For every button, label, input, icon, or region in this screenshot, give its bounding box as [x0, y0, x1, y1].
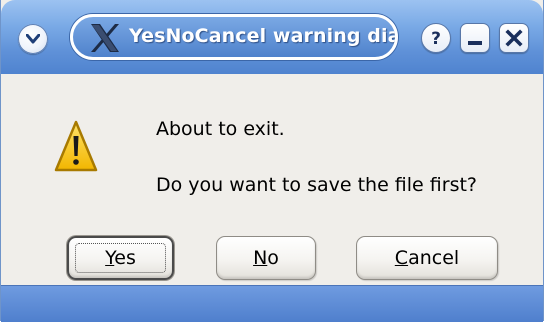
minimize-button[interactable] [460, 23, 490, 53]
warning-icon [54, 120, 98, 172]
window-title-pill: YesNoCancel warning dia [70, 14, 398, 60]
chevron-down-icon [26, 34, 40, 44]
svg-text:?: ? [431, 29, 441, 49]
no-label-rest: o [267, 247, 279, 269]
close-icon [505, 29, 523, 47]
window-menu-button[interactable] [18, 24, 48, 54]
no-button[interactable]: No [216, 236, 316, 280]
window-title: YesNoCancel warning dia [129, 25, 398, 47]
window-bottom-frame [1, 285, 543, 322]
no-mnemonic: N [253, 247, 268, 269]
cancel-mnemonic: C [394, 247, 409, 269]
yes-button[interactable]: Yes [67, 236, 174, 280]
message-line-2: Do you want to save the file first? [156, 174, 477, 196]
cancel-button[interactable]: Cancel [356, 236, 498, 280]
focus-ring [75, 243, 166, 273]
help-button[interactable]: ? [421, 23, 451, 53]
x-logo-icon [91, 24, 119, 52]
message-line-1: About to exit. [156, 118, 285, 140]
minimize-icon [468, 41, 482, 45]
title-bar[interactable]: YesNoCancel warning dia ? [1, 0, 543, 74]
cancel-label-rest: ancel [408, 247, 460, 269]
close-button[interactable] [499, 23, 529, 53]
help-icon: ? [431, 29, 441, 49]
dialog-window: YesNoCancel warning dia ? About to exit.… [0, 0, 544, 322]
